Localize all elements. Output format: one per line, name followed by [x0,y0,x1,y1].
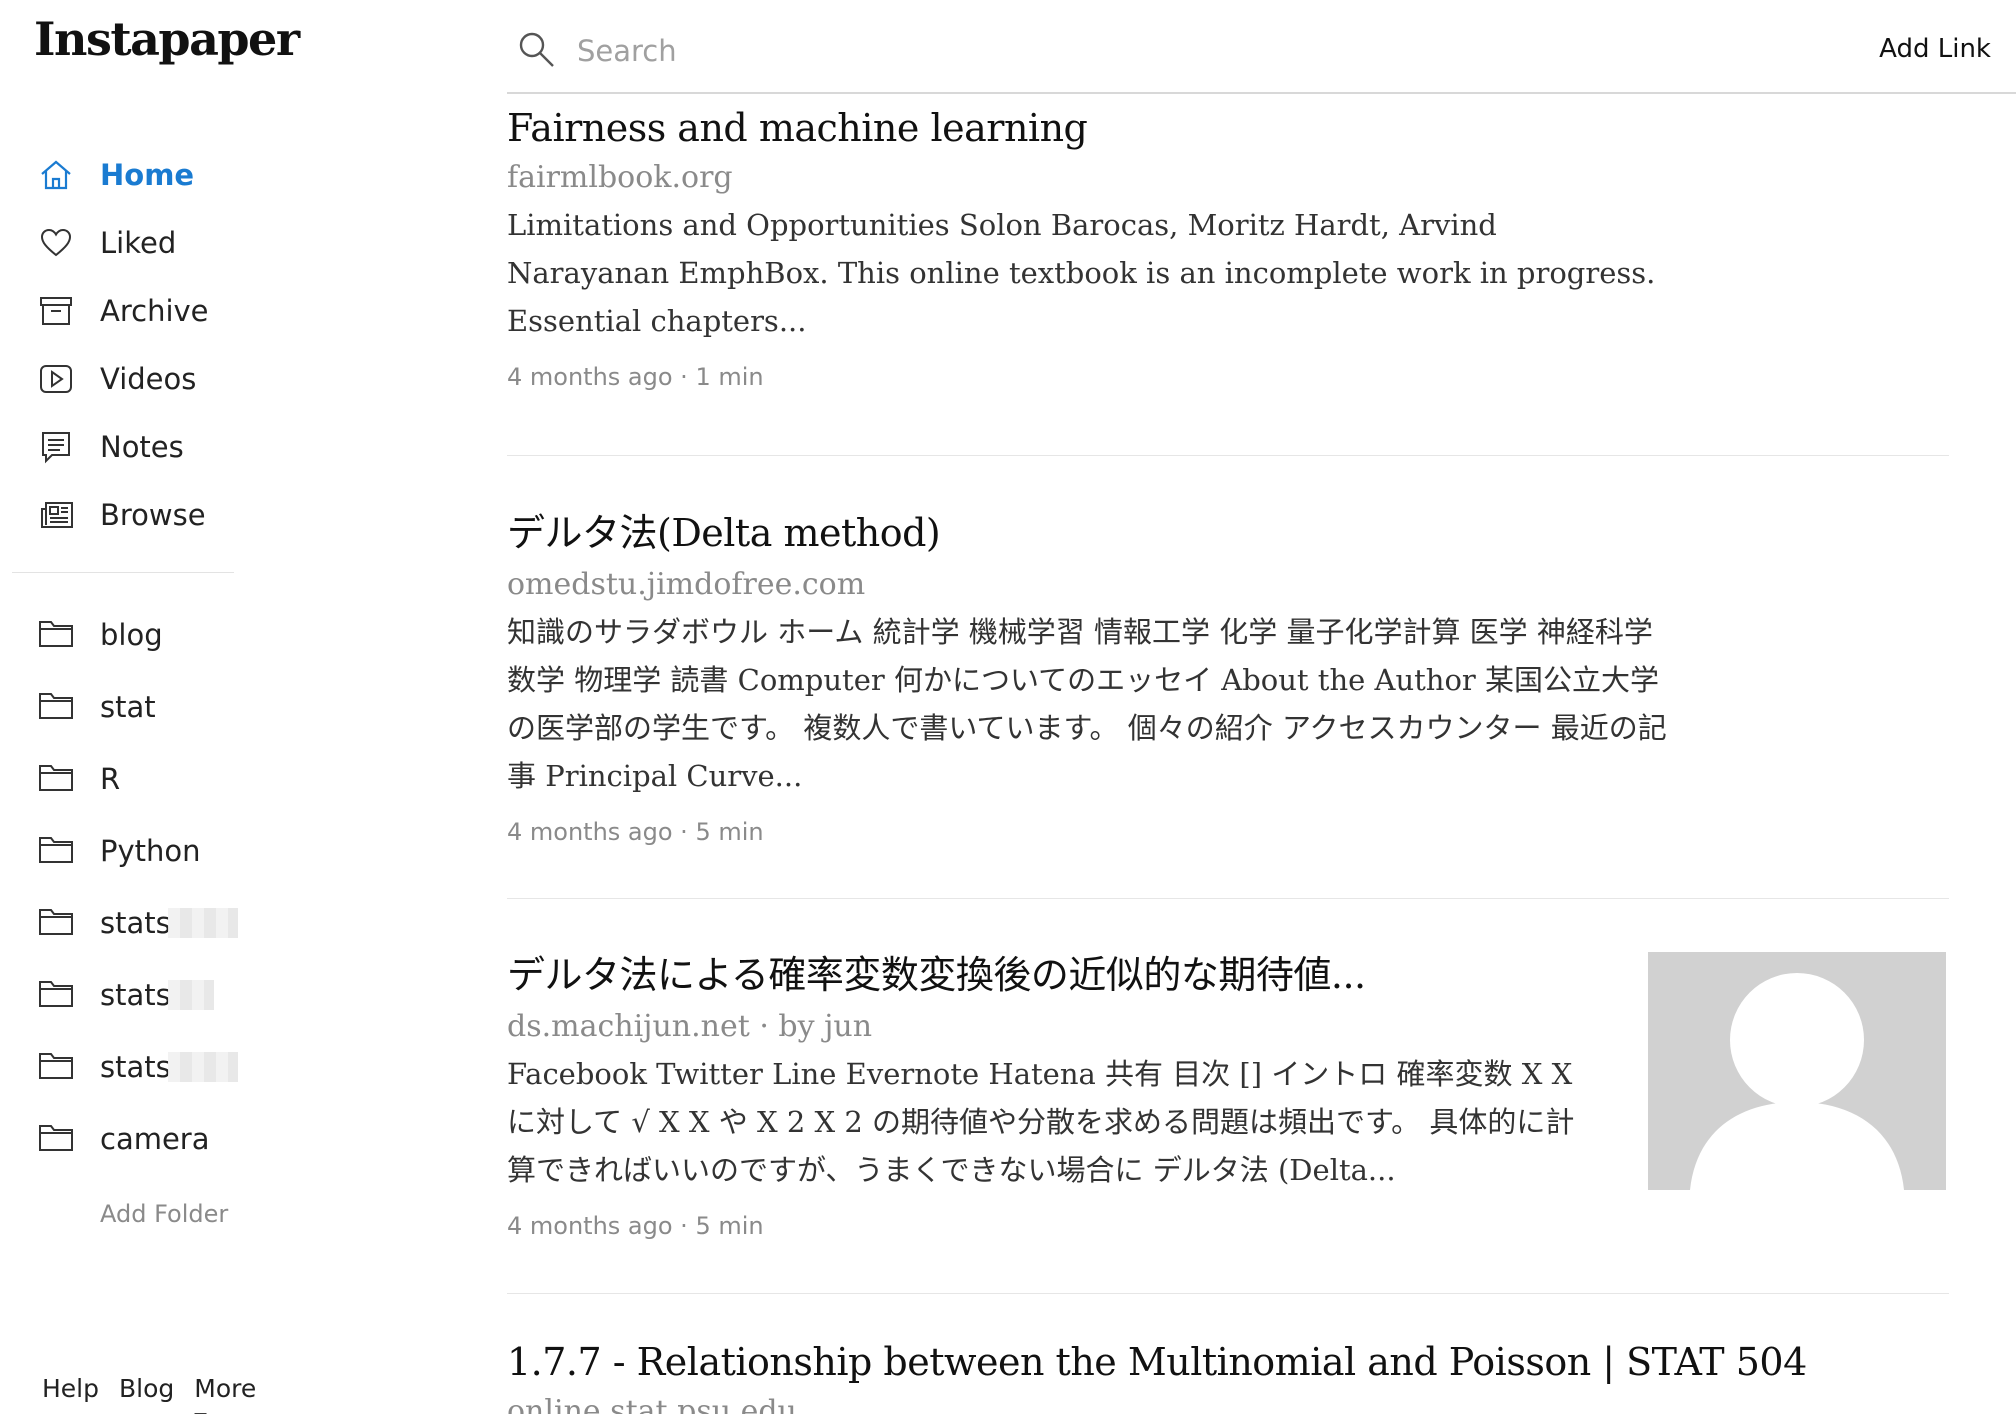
sidebar-divider [12,572,234,573]
nav-label-videos: Videos [100,362,197,396]
more-menu[interactable]: More ▿ [194,1374,260,1414]
video-icon [36,359,76,399]
nav-item-home[interactable]: Home [36,150,194,200]
folder-item-stat[interactable]: stat [38,682,156,732]
article-excerpt: Facebook Twitter Line Evernote Hatena 共有… [507,1057,1575,1187]
folder-item-blog[interactable]: blog [38,610,163,660]
folder-icon [38,1050,74,1084]
newspaper-icon [36,495,76,535]
folder-icon [38,1122,74,1156]
nav-item-archive[interactable]: Archive [36,286,209,336]
article-item[interactable]: Fairness and machine learning fairmlbook… [507,106,1949,391]
folder-item-camera[interactable]: camera [38,1114,210,1164]
folder-icon [38,762,74,796]
folder-label: stat [100,690,156,724]
article-meta: 4 months ago · 5 min [507,818,764,846]
folder-icon [38,834,74,868]
folder-label: R [100,762,121,796]
nav-label-home: Home [100,158,195,192]
search-icon[interactable] [517,30,557,70]
article-meta: 4 months ago · 1 min [507,363,764,391]
article-source: online.stat.psu.edu [507,1394,797,1414]
folder-label: camera [100,1122,210,1156]
folder-icon [38,618,74,652]
redacted-text [168,908,238,938]
nav-label-browse: Browse [100,498,206,532]
article-source: fairmlbook.org [507,160,733,195]
article-divider [507,455,1949,456]
archive-box-icon [36,291,76,331]
article-item[interactable]: デルタ法(Delta method) omedstu.jimdofree.com… [507,502,1949,846]
article-item[interactable]: 1.7.7 - Relationship between the Multino… [507,1340,1949,1414]
nav-item-videos[interactable]: Videos [36,354,196,404]
article-divider [507,1293,1949,1294]
redacted-text [168,980,214,1010]
article-title[interactable]: 1.7.7 - Relationship between the Multino… [507,1340,1949,1384]
heart-icon [36,223,76,263]
notes-icon [36,427,76,467]
redacted-text [168,1052,238,1082]
sidebar: Instapaper Home Liked Archive Videos Not… [0,0,300,1414]
folder-icon [38,978,74,1012]
blog-link[interactable]: Blog [119,1374,174,1414]
nav-item-notes[interactable]: Notes [36,422,184,472]
folder-label: Python [100,834,201,868]
add-link-button[interactable]: Add Link [1879,34,1991,64]
article-thumbnail[interactable] [1648,952,1946,1190]
nav-label-archive: Archive [100,294,209,328]
nav-item-browse[interactable]: Browse [36,490,206,540]
article-source: omedstu.jimdofree.com [507,567,866,602]
avatar-placeholder-icon [1690,973,1904,1190]
article-divider [507,898,1949,899]
sidebar-footer: Help Blog More ▿ [42,1374,260,1414]
article-item[interactable]: デルタ法による確率変数変換後の近似的な期待値... ds.machijun.ne… [507,944,1949,1240]
nav-label-liked: Liked [100,226,177,260]
folder-label: stats [100,906,171,940]
folder-label: blog [100,618,163,652]
home-icon [36,155,76,195]
article-meta: 4 months ago · 5 min [507,1212,764,1240]
nav-item-liked[interactable]: Liked [36,218,176,268]
folder-item-r[interactable]: R [38,754,120,804]
folder-item-stats-1[interactable]: stats [38,898,238,948]
article-excerpt: Limitations and Opportunities Solon Baro… [507,208,1656,338]
folder-item-python[interactable]: Python [38,826,201,876]
folder-label: stats [100,978,171,1012]
folder-label: stats [100,1050,171,1084]
article-title[interactable]: デルタ法(Delta method) [507,502,1949,557]
folder-item-stats-2[interactable]: stats [38,970,214,1020]
app-logo[interactable]: Instapaper [34,12,300,66]
add-folder-button[interactable]: Add Folder [100,1200,228,1228]
folder-item-stats-3[interactable]: stats [38,1042,238,1092]
article-title[interactable]: Fairness and machine learning [507,106,1949,150]
folder-icon [38,906,74,940]
search-input[interactable] [577,28,1477,74]
folder-icon [38,690,74,724]
help-link[interactable]: Help [42,1374,99,1414]
nav-label-notes: Notes [100,430,184,464]
article-excerpt: 知識のサラダボウル ホーム 統計学 機械学習 情報工学 化学 量子化学計算 医学… [507,615,1667,793]
top-bar: Add Link [507,0,2016,94]
